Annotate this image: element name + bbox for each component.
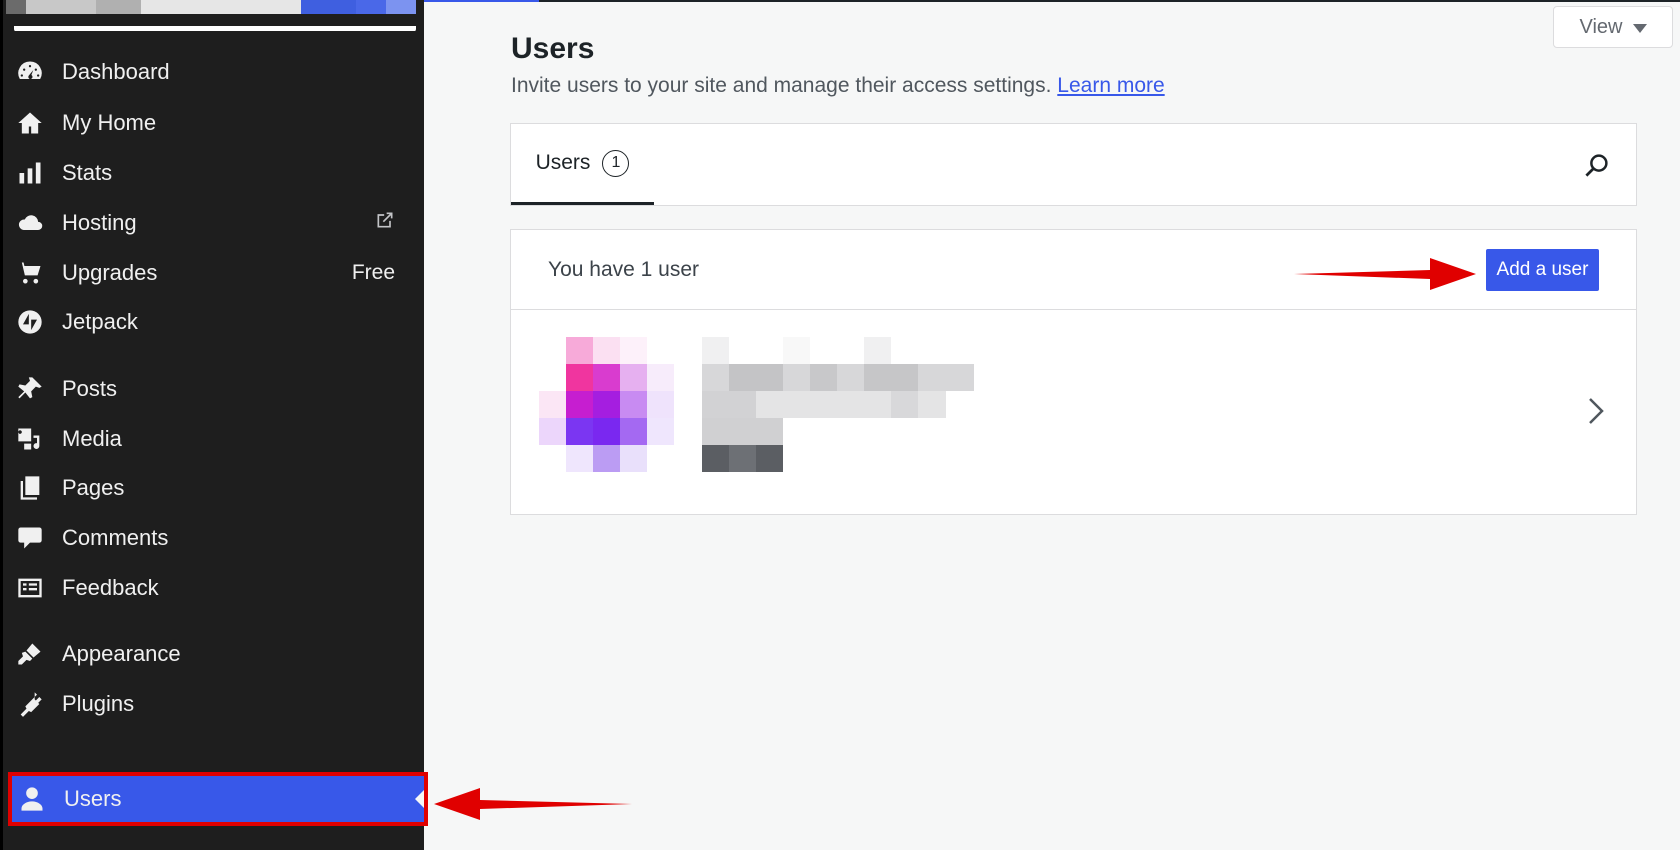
media-icon [15,424,45,454]
sidebar-item-comments[interactable]: Comments [6,513,427,563]
view-label: View [1579,15,1623,38]
sidebar-item-feedback[interactable]: Feedback [6,563,427,613]
sidebar-item-label: Jetpack [62,309,138,334]
active-indicator [415,790,424,808]
tab-users[interactable]: Users 1 [511,124,654,205]
pages-icon [15,473,45,503]
chevron-right-icon [1586,396,1606,426]
home-icon [15,108,45,138]
sidebar-item-jetpack[interactable]: Jetpack [6,297,427,347]
sidebar-item-label: Upgrades [62,260,158,285]
sidebar-item-label: Plugins [62,691,135,716]
sidebar-item-users[interactable]: Users [8,772,428,826]
comment-icon [15,523,45,553]
sidebar-item-label: Hosting [62,210,137,235]
upgrades-free-badge: Free [351,261,395,284]
jetpack-icon [15,307,45,337]
sidebar-item-my-home[interactable]: My Home [6,98,427,148]
sidebar-item-hosting[interactable]: Hosting [6,198,427,248]
sidebar-item-label: Pages [62,475,125,500]
sidebar-item-label: Stats [62,160,113,185]
avatar [539,337,674,472]
sidebar-item-label: Posts [62,376,118,401]
sidebar-item-upgrades[interactable]: Upgrades Free [6,248,427,298]
sidebar-item-label: Feedback [62,575,159,600]
feedback-icon [15,573,45,603]
sidebar-item-appearance[interactable]: Appearance [6,629,427,679]
user-icon [17,784,47,814]
sidebar-item-label: Users [64,786,122,811]
search-icon[interactable] [1582,150,1612,180]
user-name-blurred [702,337,974,472]
sidebar: Dashboard My Home Stats Hosting Upgrades… [0,0,428,850]
sidebar-item-pages[interactable]: Pages [6,463,427,513]
sidebar-item-label: Media [62,426,122,451]
sidebar-item-label: Dashboard [62,59,170,84]
annotation-arrow-users [434,788,632,820]
brush-icon [15,639,45,669]
sidebar-item-label: My Home [62,110,157,135]
users-panel-header: You have 1 user Add a user [511,230,1636,310]
users-panel: You have 1 user Add a user [510,229,1637,515]
page-subtitle: Invite users to your site and manage the… [511,74,1165,98]
cloud-icon [15,208,45,238]
sidebar-item-posts[interactable]: Posts [6,364,427,414]
external-link-icon [375,210,395,236]
sidebar-item-label: Appearance [62,641,181,666]
top-progress-line [424,0,1680,2]
page-title: Users [511,32,595,65]
tab-count-badge: 1 [602,149,630,177]
plug-icon [15,689,45,719]
sidebar-item-plugins[interactable]: Plugins [6,679,427,729]
tabs-bar: Users 1 [510,123,1637,206]
stats-icon [15,158,45,188]
subtitle-text: Invite users to your site and manage the… [511,74,1052,97]
sidebar-item-label: Comments [62,525,169,550]
users-summary: You have 1 user [548,258,700,281]
add-user-button[interactable]: Add a user [1486,249,1599,291]
chevron-down-icon [1632,23,1647,33]
cart-icon [15,258,45,288]
view-dropdown-button[interactable]: View [1553,6,1673,48]
site-header-blurred[interactable] [6,0,416,31]
sidebar-item-media[interactable]: Media [6,414,427,464]
learn-more-link[interactable]: Learn more [1057,74,1164,97]
dashboard-icon [15,57,45,87]
sidebar-item-stats[interactable]: Stats [6,148,427,198]
user-row[interactable] [511,311,1636,514]
tab-label: Users [535,151,591,174]
sidebar-item-dashboard[interactable]: Dashboard [6,47,427,97]
pin-icon [15,374,45,404]
